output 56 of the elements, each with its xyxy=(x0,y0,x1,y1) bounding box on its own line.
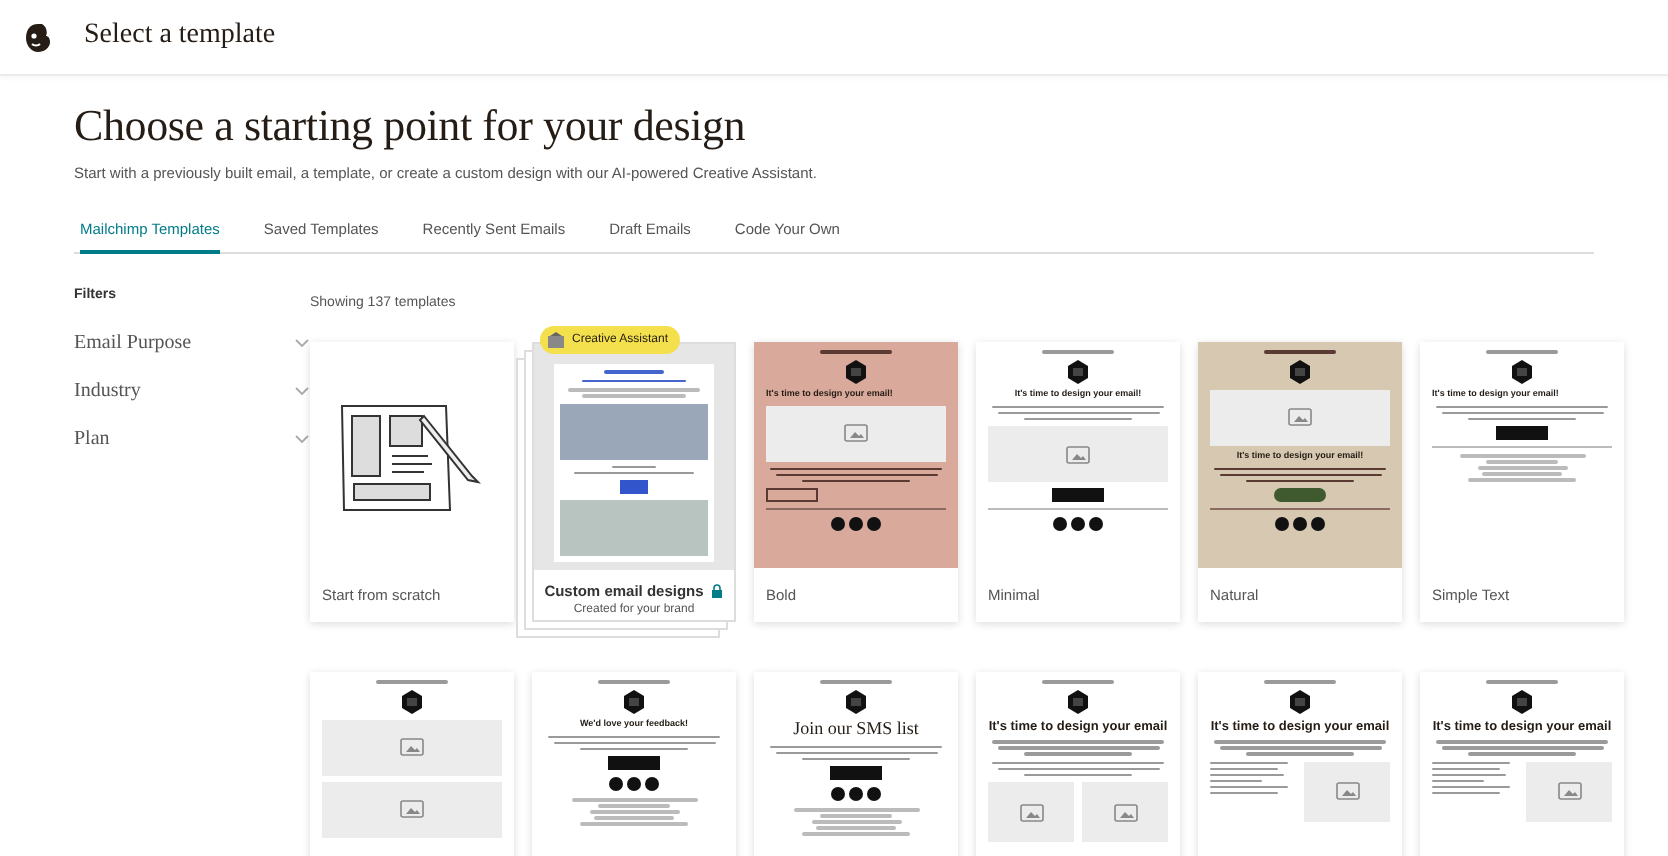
image-icon xyxy=(1288,408,1312,427)
social-icons xyxy=(828,786,884,803)
text-placeholder-line xyxy=(1264,350,1336,354)
template-card[interactable]: Join our SMS list xyxy=(754,672,958,856)
text-placeholder-line xyxy=(1486,350,1558,354)
image-icon xyxy=(1335,782,1359,801)
logo-badge-icon xyxy=(1288,689,1312,714)
text-placeholder-line xyxy=(604,370,664,374)
image-icon xyxy=(1557,782,1581,801)
social-icons xyxy=(606,776,662,793)
section-heading: Choose a starting point for your design xyxy=(74,100,748,153)
button-placeholder xyxy=(1274,488,1326,503)
chevron-down-icon xyxy=(294,338,310,349)
button-placeholder xyxy=(766,488,818,503)
text-placeholder-line xyxy=(376,680,448,684)
filter-dropdown[interactable]: Email Purpose xyxy=(74,328,310,359)
text-placeholder-line xyxy=(1264,680,1336,684)
logo-badge-icon xyxy=(1288,359,1312,384)
image-icon xyxy=(400,800,424,819)
logo-badge-icon xyxy=(844,689,868,714)
preview-headline: Join our SMS list xyxy=(793,719,919,740)
text-placeholder-line xyxy=(1042,680,1114,684)
button-placeholder xyxy=(1052,488,1104,503)
logo-badge-icon xyxy=(1066,689,1090,714)
logo-badge-icon xyxy=(1510,689,1534,714)
logo-badge-icon xyxy=(844,359,868,384)
text-placeholder-line xyxy=(820,680,892,684)
image-icon xyxy=(1113,803,1137,822)
button-placeholder xyxy=(830,766,882,781)
logo-badge-icon xyxy=(622,689,646,714)
image-icon xyxy=(1019,803,1043,822)
text-placeholder-line xyxy=(582,379,686,383)
text-placeholder-line xyxy=(820,350,892,354)
chevron-down-icon xyxy=(294,386,310,397)
filter-dropdown[interactable]: Industry xyxy=(74,376,310,407)
logo-badge-icon xyxy=(1510,359,1534,384)
image-icon xyxy=(844,424,868,443)
button-placeholder xyxy=(608,756,660,771)
logo-icon xyxy=(24,21,52,53)
social-icons xyxy=(1050,516,1106,533)
page-title: Select a template xyxy=(84,20,276,54)
logo-badge-icon xyxy=(400,689,424,714)
text-placeholder-line xyxy=(1486,680,1558,684)
text-placeholder-line xyxy=(1042,350,1114,354)
text-placeholder-line xyxy=(598,680,670,684)
button-placeholder xyxy=(1496,426,1548,441)
image-icon xyxy=(1066,445,1090,464)
filter-dropdown[interactable]: Plan xyxy=(74,424,310,455)
social-icons xyxy=(828,516,884,533)
image-icon xyxy=(400,738,424,757)
logo-badge-icon xyxy=(1066,359,1090,384)
lock-icon xyxy=(709,584,724,599)
building-icon xyxy=(546,330,566,351)
button-placeholder xyxy=(620,480,648,495)
chevron-down-icon xyxy=(294,434,310,445)
social-icons xyxy=(1272,516,1328,533)
